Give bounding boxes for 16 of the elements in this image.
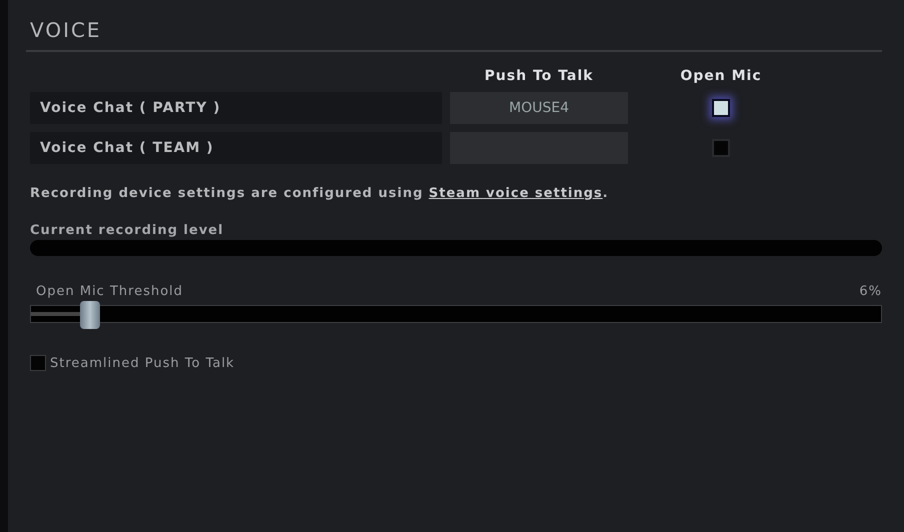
keybind-field[interactable]: MOUSE4 — [450, 92, 628, 124]
checkbox[interactable] — [712, 99, 730, 117]
slider-value: 6% — [859, 284, 882, 299]
column-header: Open Mic — [680, 68, 762, 84]
info-text: Recording device settings are configured using Steam voice settings. — [30, 186, 610, 201]
checkbox[interactable] — [712, 139, 730, 157]
section-title: VOICE — [30, 18, 103, 44]
settings-link[interactable]: Steam voice settings — [428, 186, 603, 201]
column-header: Push To Talk — [484, 68, 594, 84]
meter-label: Current recording level — [30, 223, 225, 238]
row-label: Voice Chat ( PARTY ) — [30, 92, 442, 124]
checkbox[interactable] — [30, 355, 46, 371]
checkbox-label: Streamlined Push To Talk — [50, 356, 235, 370]
row-label: Voice Chat ( TEAM ) — [30, 132, 442, 164]
slider-label: Open Mic Threshold — [36, 284, 184, 299]
slider-thumb[interactable] — [80, 301, 100, 329]
